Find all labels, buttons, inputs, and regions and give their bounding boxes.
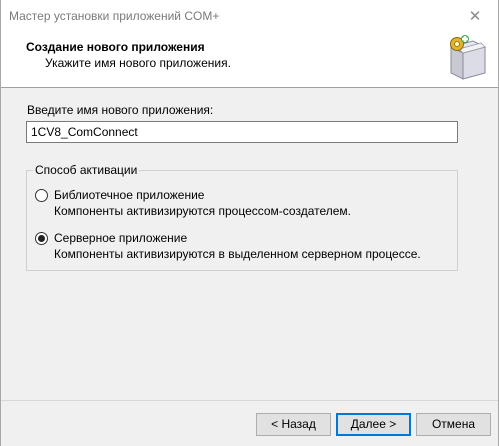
activation-groupbox: Способ активации Библиотечное приложение… — [26, 163, 458, 271]
title-bar: Мастер установки приложений COM+ ✕ — [1, 0, 498, 31]
wizard-box-icon — [449, 35, 487, 80]
close-icon: ✕ — [468, 7, 482, 25]
radio-description: Компоненты активизируются процессом-созд… — [54, 204, 352, 218]
radio-unchecked-icon[interactable] — [35, 189, 48, 202]
wizard-window: Мастер установки приложений COM+ ✕ Созда… — [0, 0, 499, 446]
cancel-button[interactable]: Отмена — [416, 413, 491, 436]
header-subtitle: Укажите имя нового приложения. — [45, 56, 231, 70]
radio-label: Библиотечное приложение — [54, 188, 205, 202]
activation-legend: Способ активации — [33, 163, 140, 177]
radio-label: Серверное приложение — [54, 231, 188, 245]
footer-divider — [1, 400, 498, 401]
next-button[interactable]: Далее > — [336, 413, 411, 436]
window-title: Мастер установки приложений COM+ — [9, 9, 220, 23]
header-title: Создание нового приложения — [26, 40, 205, 54]
close-button[interactable]: ✕ — [452, 0, 498, 31]
radio-description: Компоненты активизируются в выделенном с… — [54, 247, 421, 261]
back-button[interactable]: < Назад — [256, 413, 331, 436]
application-name-input[interactable] — [26, 121, 458, 143]
name-field-label: Введите имя нового приложения: — [27, 103, 214, 117]
wizard-header: Создание нового приложения Укажите имя н… — [1, 31, 498, 88]
radio-checked-icon[interactable] — [35, 232, 48, 245]
